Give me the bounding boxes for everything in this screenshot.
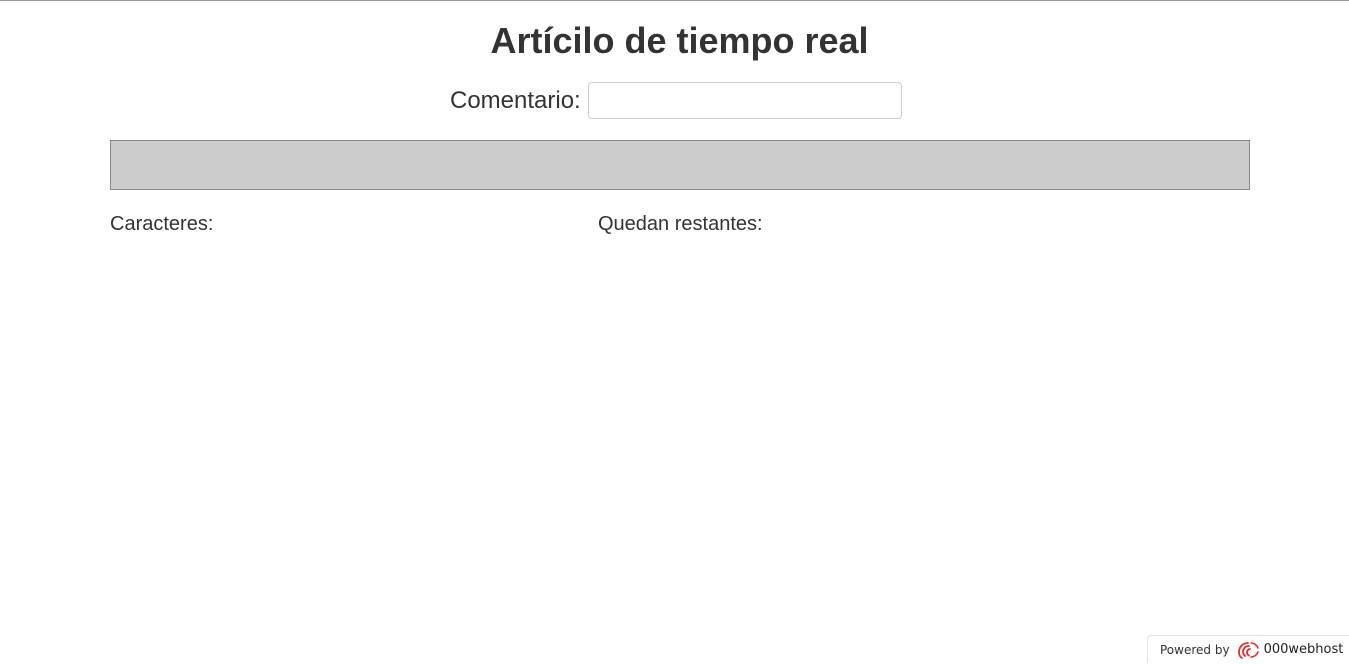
comment-row: Comentario: [450,81,902,120]
000webhost-logo-icon [1236,640,1260,660]
characters-count-label: Caracteres: [110,212,213,236]
comment-preview-box [110,140,1250,190]
remaining-count-label: Quedan restantes: [598,212,763,236]
powered-by-text: Powered by [1160,643,1230,657]
top-divider [0,0,1349,1]
page-title: Artícilo de tiempo real [0,18,1349,64]
comment-input[interactable] [588,82,902,119]
comment-label: Comentario: [450,87,581,115]
powered-by-badge[interactable]: Powered by 000webhost [1147,635,1349,663]
powered-by-brand: 000webhost [1264,642,1344,657]
